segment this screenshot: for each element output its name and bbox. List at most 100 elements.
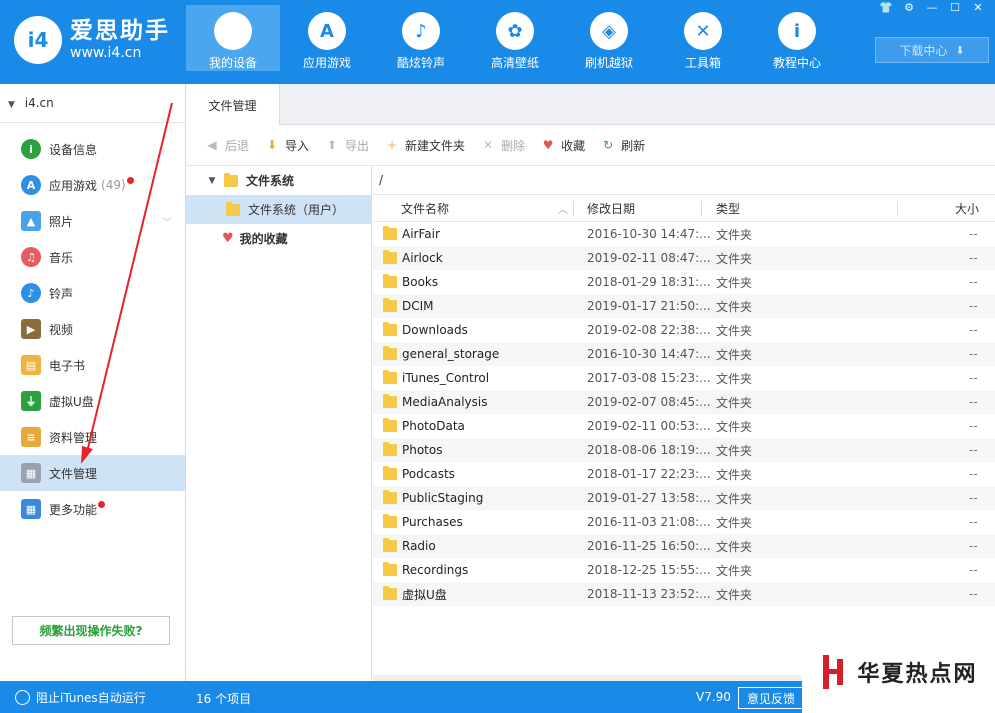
table-row[interactable]: Recordings 2018-12-25 15:55:... 文件夹 --	[373, 558, 995, 582]
table-row[interactable]: PhotoData 2019-02-11 00:53:... 文件夹 --	[373, 414, 995, 438]
file-name: DCIM	[402, 299, 434, 313]
file-name: PublicStaging	[402, 491, 484, 505]
column-type[interactable]: 类型	[716, 195, 740, 222]
itunes-block-toggle[interactable]: 阻止iTunes自动运行	[15, 689, 146, 706]
file-name: iTunes_Control	[402, 371, 490, 385]
folder-icon	[383, 442, 397, 456]
file-type: 文件夹	[716, 539, 753, 554]
sidebar-item-5[interactable]: ▶ 视频	[0, 311, 185, 347]
file-date: 2018-01-29 18:31:...	[587, 275, 711, 289]
logo-badge-icon: i4	[14, 16, 62, 64]
minimize-icon[interactable]: —	[921, 1, 943, 15]
refresh-button[interactable]: ↻ 刷新	[600, 137, 645, 154]
back-button[interactable]: ◀ 后退	[204, 137, 249, 154]
table-row[interactable]: Photos 2018-08-06 18:19:... 文件夹 --	[373, 438, 995, 462]
file-size: --	[969, 347, 978, 361]
feedback-button[interactable]: 意见反馈	[738, 687, 804, 709]
sidebar-item-7[interactable]: ⏚ 虚拟U盘	[0, 383, 185, 419]
tree-root[interactable]: ▼ 文件系统	[186, 166, 371, 195]
sidebar-item-10[interactable]: ▦ 更多功能	[0, 491, 185, 527]
sidebar-item-8[interactable]: ≡ 资料管理	[0, 419, 185, 455]
tab-bar: 文件管理	[186, 84, 995, 126]
column-name[interactable]: 文件名称	[401, 195, 449, 222]
settings-icon[interactable]: ⚙	[898, 1, 920, 15]
radio-icon[interactable]	[15, 690, 30, 705]
folder-icon	[383, 394, 397, 408]
table-row[interactable]: PublicStaging 2019-01-27 13:58:... 文件夹 --	[373, 486, 995, 510]
file-name: AirFair	[402, 227, 440, 241]
table-row[interactable]: AirFair 2016-10-30 14:47:... 文件夹 --	[373, 222, 995, 246]
column-size[interactable]: 大小	[955, 195, 979, 222]
table-row[interactable]: Books 2018-01-29 18:31:... 文件夹 --	[373, 270, 995, 294]
nav-item-0[interactable]: 我的设备	[186, 5, 280, 71]
sort-up-icon[interactable]: ︿	[558, 195, 568, 222]
file-name: Books	[402, 275, 439, 289]
tree-favorites[interactable]: ♥ 我的收藏	[186, 224, 371, 253]
table-row[interactable]: Airlock 2019-02-11 08:47:... 文件夹 --	[373, 246, 995, 270]
new-folder-icon: +	[387, 138, 398, 152]
path-bar[interactable]: /	[373, 166, 995, 195]
table-row[interactable]: Purchases 2016-11-03 21:08:... 文件夹 --	[373, 510, 995, 534]
app-header: i4 爱思助手 www.i4.cn 我的设备 A 应用游戏 ♪ 酷炫铃声 ✿ 高清壁纸 ◈ 刷机…	[0, 0, 995, 84]
nav-item-4[interactable]: ◈ 刷机越狱	[562, 5, 656, 71]
tab-file-manager[interactable]: 文件管理	[186, 84, 280, 126]
file-type: 文件夹	[716, 251, 753, 266]
table-row[interactable]: iTunes_Control 2017-03-08 15:23:... 文件夹 --	[373, 366, 995, 390]
new-folder-button[interactable]: + 新建文件夹	[384, 137, 465, 154]
toolbar-label: 导出	[345, 138, 370, 153]
nav-item-5[interactable]: ✕ 工具箱	[656, 5, 750, 71]
table-row[interactable]: Downloads 2019-02-08 22:38:... 文件夹 --	[373, 318, 995, 342]
table-row[interactable]: DCIM 2019-01-17 21:50:... 文件夹 --	[373, 294, 995, 318]
maximize-icon[interactable]: ☐	[944, 1, 966, 15]
sidebar-item-0[interactable]: i 设备信息	[0, 131, 185, 167]
sidebar-item-6[interactable]: ▤ 电子书	[0, 347, 185, 383]
file-date: 2019-02-11 00:53:...	[587, 419, 711, 433]
table-row[interactable]: general_storage 2016-10-30 14:47:... 文件夹 --	[373, 342, 995, 366]
photo-icon: ▲	[21, 211, 41, 231]
file-size: --	[969, 467, 978, 481]
column-date[interactable]: 修改日期	[587, 195, 635, 222]
sidebar-item-1[interactable]: A 应用游戏 (49)	[0, 167, 185, 203]
table-row[interactable]: Podcasts 2018-01-17 22:23:... 文件夹 --	[373, 462, 995, 486]
import-button[interactable]: ⬇ 导入	[264, 137, 309, 154]
table-row[interactable]: Radio 2016-11-25 16:50:... 文件夹 --	[373, 534, 995, 558]
bell-icon: ♪	[21, 283, 41, 303]
toolbar-label: 删除	[501, 138, 526, 153]
top-nav: 我的设备 A 应用游戏 ♪ 酷炫铃声 ✿ 高清壁纸 ◈ 刷机越狱 ✕ 工具箱 i 教程中心	[186, 5, 844, 71]
sidebar-item-9[interactable]: ▦ 文件管理	[0, 455, 185, 491]
file-date: 2019-01-17 21:50:...	[587, 299, 711, 313]
device-selector[interactable]: ▼ i4.cn	[8, 96, 54, 110]
tree-user-filesystem[interactable]: 文件系统（用户）	[186, 195, 371, 224]
nav-item-6[interactable]: i 教程中心	[750, 5, 844, 71]
export-button[interactable]: ⬆ 导出	[324, 137, 369, 154]
file-date: 2018-01-17 22:23:...	[587, 467, 711, 481]
table-row[interactable]: MediaAnalysis 2019-02-07 08:45:... 文件夹 --	[373, 390, 995, 414]
help-button[interactable]: 频繁出现操作失败?	[12, 616, 170, 645]
sidebar-item-label: 设备信息	[49, 142, 98, 157]
file-type: 文件夹	[716, 227, 753, 242]
sidebar-item-label: 电子书	[49, 358, 86, 373]
sidebar-item-label: 虚拟U盘	[49, 394, 94, 409]
nav-label: 高清壁纸	[490, 56, 539, 70]
heart-button[interactable]: ♥ 收藏	[540, 137, 585, 154]
delete-button[interactable]: ✕ 删除	[480, 137, 525, 154]
file-type: 文件夹	[716, 299, 753, 314]
folder-icon	[383, 370, 397, 384]
download-center-label: 下载中心	[899, 43, 948, 58]
sidebar-item-3[interactable]: ♫ 音乐	[0, 239, 185, 275]
chevron-down-icon[interactable]: ﹀	[162, 214, 172, 229]
sidebar-item-2[interactable]: ▲ 照片 ﹀	[0, 203, 185, 239]
nav-item-1[interactable]: A 应用游戏	[280, 5, 374, 71]
skin-icon[interactable]: 👕	[875, 1, 897, 15]
folder-icon	[383, 514, 397, 528]
close-icon[interactable]: ✕	[967, 1, 989, 15]
file-name: PhotoData	[402, 419, 465, 433]
app-store-icon: A	[21, 175, 41, 195]
sidebar-item-4[interactable]: ♪ 铃声	[0, 275, 185, 311]
nav-item-2[interactable]: ♪ 酷炫铃声	[374, 5, 468, 71]
file-name: Purchases	[402, 515, 463, 529]
nav-item-3[interactable]: ✿ 高清壁纸	[468, 5, 562, 71]
table-row[interactable]: 虚拟U盘 2018-11-13 23:52:... 文件夹 --	[373, 582, 995, 606]
download-center-button[interactable]: 下载中心 ⬇	[875, 37, 989, 63]
file-date: 2019-01-27 13:58:...	[587, 491, 711, 505]
